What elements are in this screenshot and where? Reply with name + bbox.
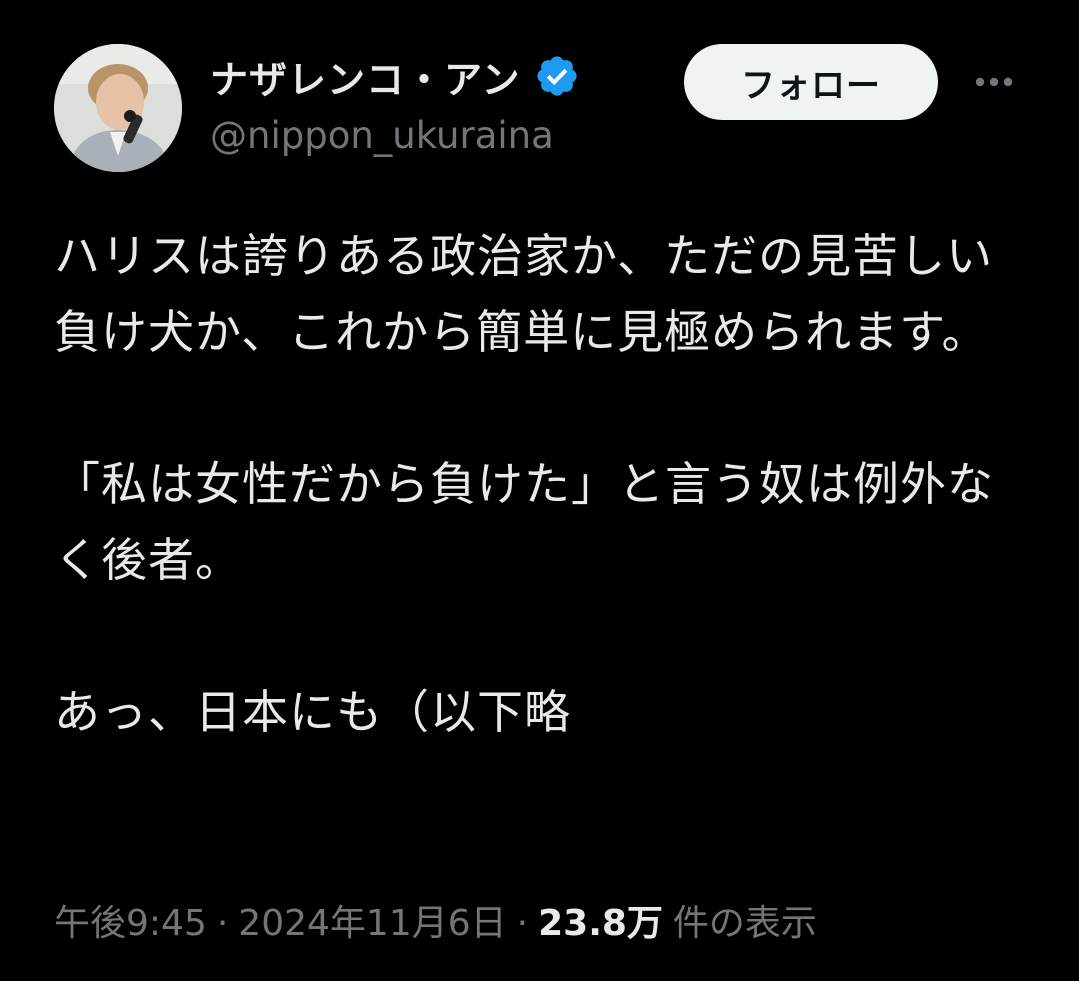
author-name-row: ナザレンコ・アン <box>210 48 580 104</box>
views-count[interactable]: 23.8万 <box>538 894 663 946</box>
more-horizontal-icon[interactable] <box>966 62 1022 102</box>
tweet-text: ハリスは誇りある政治家か、ただの見苦しい負け犬か、これから簡単に見極められます。… <box>54 218 1039 750</box>
follow-button[interactable]: フォロー <box>684 44 938 120</box>
tweet-date[interactable]: 2024年11月6日 <box>238 894 506 946</box>
meta-separator: · <box>216 903 229 944</box>
tweet-paragraph: ハリスは誇りある政治家か、ただの見苦しい負け犬か、これから簡単に見極められます。 <box>54 229 994 359</box>
author-handle[interactable]: @nippon_ukuraina <box>210 114 554 157</box>
display-name[interactable]: ナザレンコ・アン <box>210 49 520 104</box>
tweet-meta: 午後9:45 · 2024年11月6日 · 23.8万 件の表示 <box>54 894 817 946</box>
views-label: 件の表示 <box>672 903 817 944</box>
tweet-detail: ナザレンコ・アン @nippon_ukuraina フォロー ハリスは誇りある政… <box>0 0 1079 981</box>
meta-separator: · <box>516 903 529 944</box>
tweet-paragraph: 「私は女性だから負けた」と言う奴は例外なく後者。 <box>54 457 994 587</box>
tweet-paragraph: あっ、日本にも（以下略 <box>54 685 571 739</box>
avatar[interactable] <box>54 44 182 172</box>
profile-photo <box>54 44 182 172</box>
verified-badge-icon[interactable] <box>534 53 580 99</box>
tweet-time[interactable]: 午後9:45 <box>54 894 207 946</box>
